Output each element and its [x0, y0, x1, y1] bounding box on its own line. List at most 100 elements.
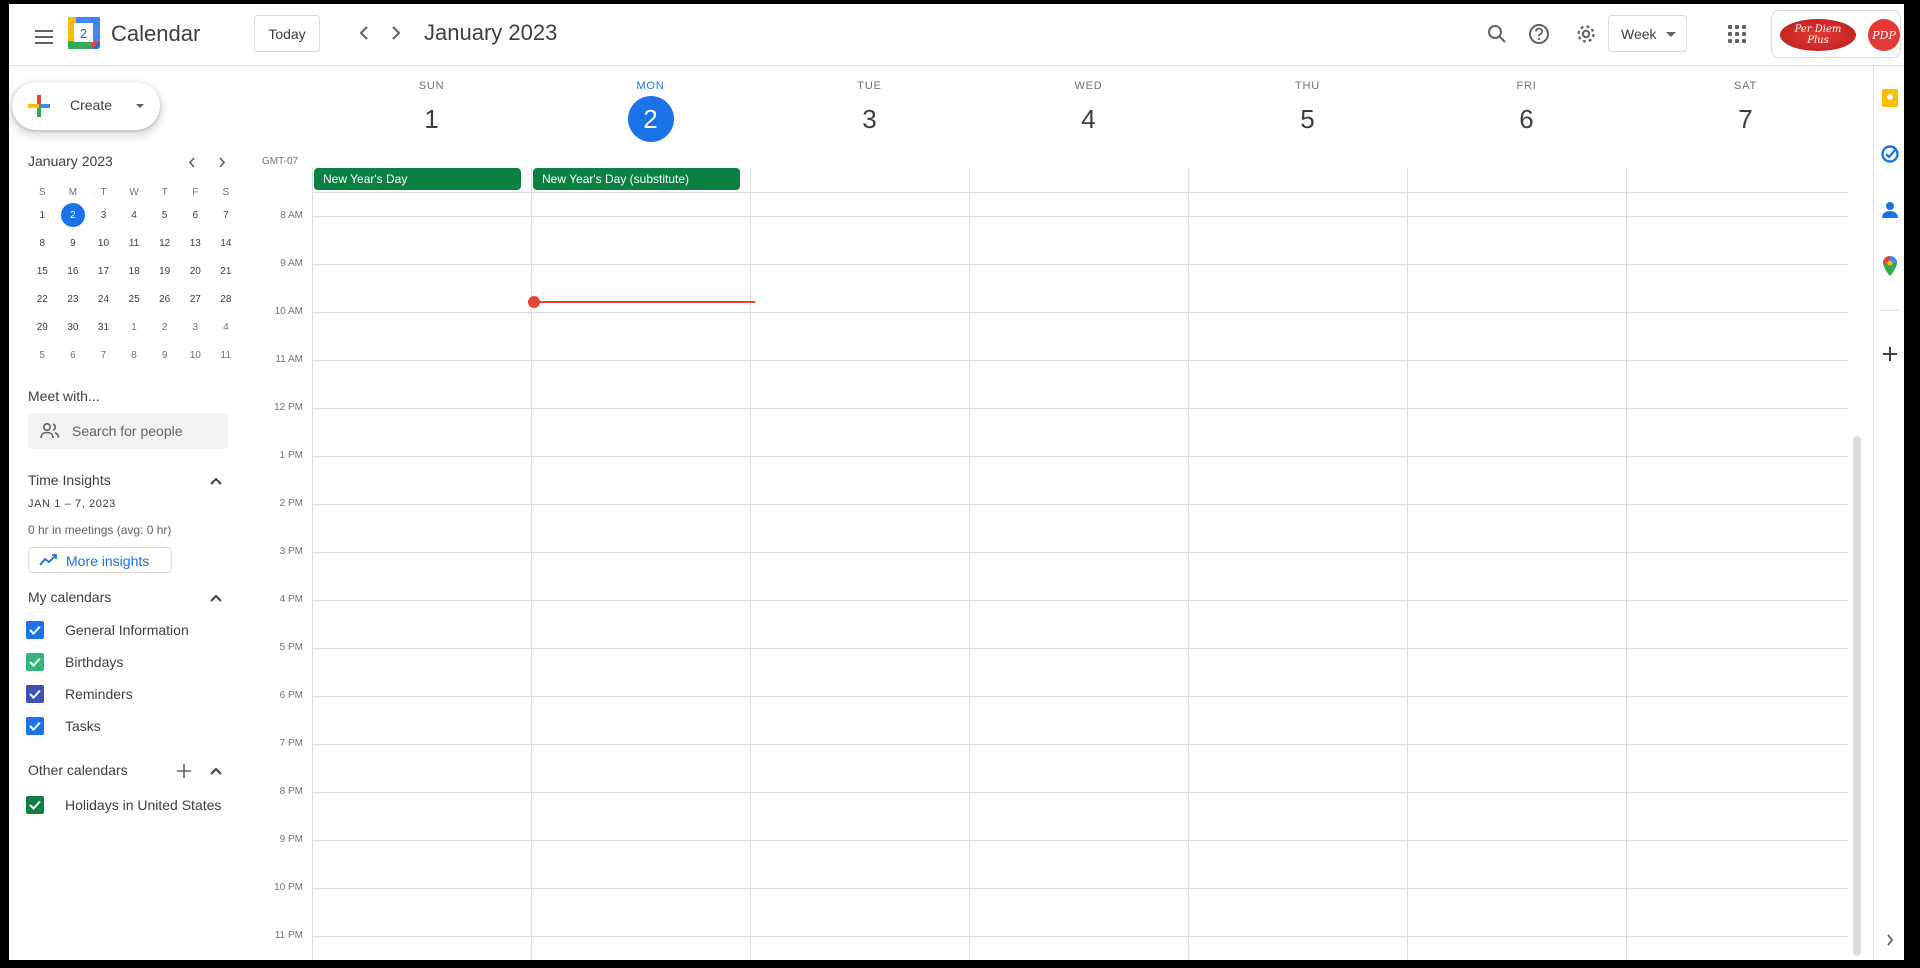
grid-scrollbar[interactable] [1853, 436, 1861, 956]
mini-day[interactable]: 20 [180, 257, 211, 285]
checkbox-checked[interactable] [26, 621, 44, 639]
mini-day-next-month[interactable]: 2 [149, 313, 180, 341]
day-number[interactable]: 5 [1285, 96, 1331, 142]
mini-day-next-month[interactable]: 3 [180, 313, 211, 341]
mini-day[interactable]: 28 [211, 285, 242, 313]
all-day-event[interactable]: New Year's Day (substitute) [533, 168, 740, 190]
calendar-logo-icon[interactable]: 2 [68, 17, 100, 49]
day-header-wed[interactable]: WED 4 [979, 80, 1198, 142]
hour-line [312, 264, 1848, 265]
mini-day[interactable]: 15 [27, 257, 58, 285]
mini-day[interactable]: 5 [149, 201, 180, 229]
checkbox-checked[interactable] [26, 653, 44, 671]
mini-day[interactable]: 16 [58, 257, 89, 285]
mini-day[interactable]: 7 [211, 201, 242, 229]
mini-day[interactable]: 4 [119, 201, 150, 229]
checkbox-checked[interactable] [26, 685, 44, 703]
tasks-button[interactable] [1880, 144, 1900, 164]
hour-label: 5 PM [279, 642, 303, 653]
hour-label: 2 PM [279, 498, 303, 509]
get-addons-button[interactable] [1880, 344, 1900, 364]
mini-day[interactable]: 21 [211, 257, 242, 285]
maps-button[interactable] [1880, 256, 1900, 276]
view-selector[interactable]: Week [1608, 15, 1687, 52]
mini-day[interactable]: 9 [58, 229, 89, 257]
time-insights-collapse-button[interactable] [204, 469, 228, 493]
day-number[interactable]: 4 [1066, 96, 1112, 142]
mini-day-next-month[interactable]: 10 [180, 341, 211, 369]
mini-day[interactable]: 30 [58, 313, 89, 341]
mini-day[interactable]: 3 [88, 201, 119, 229]
mini-day-selected-label: 2 [60, 203, 85, 227]
mini-day[interactable]: 17 [88, 257, 119, 285]
all-day-event[interactable]: New Year's Day [314, 168, 521, 190]
day-number[interactable]: 1 [409, 96, 455, 142]
expand-panel-button[interactable] [1880, 930, 1900, 950]
mini-day[interactable]: 31 [88, 313, 119, 341]
mini-day-next-month[interactable]: 6 [58, 341, 89, 369]
mini-day[interactable]: 14 [211, 229, 242, 257]
mini-next-month-button[interactable] [210, 150, 234, 174]
weekday-header: T [100, 186, 107, 198]
main-menu-button[interactable] [23, 16, 65, 58]
day-header-sun[interactable]: SUN 1 [322, 80, 541, 142]
account-switcher[interactable]: Per Diem Plus PDP [1771, 10, 1901, 58]
mini-day[interactable]: 11 [119, 229, 150, 257]
day-header-fri[interactable]: FRI 6 [1417, 80, 1636, 142]
weekday-header: T [161, 186, 168, 198]
settings-button[interactable] [1570, 18, 1602, 50]
mini-day[interactable]: 1 [27, 201, 58, 229]
mini-prev-month-button[interactable] [180, 150, 204, 174]
mini-day[interactable]: 29 [27, 313, 58, 341]
search-people-input[interactable]: Search for people [28, 413, 228, 449]
mini-day[interactable]: 10 [88, 229, 119, 257]
my-calendars-collapse-button[interactable] [204, 586, 228, 610]
today-button[interactable]: Today [254, 15, 320, 52]
tasks-icon [1881, 145, 1899, 163]
support-button[interactable] [1523, 18, 1555, 50]
mini-day-next-month[interactable]: 9 [149, 341, 180, 369]
mini-day[interactable]: 12 [149, 229, 180, 257]
mini-day[interactable]: 25 [119, 285, 150, 313]
mini-day-next-month[interactable]: 5 [27, 341, 58, 369]
keep-button[interactable] [1880, 88, 1900, 108]
mini-day-next-month[interactable]: 8 [119, 341, 150, 369]
checkbox-checked[interactable] [26, 717, 44, 735]
mini-day[interactable]: 8 [27, 229, 58, 257]
add-other-calendar-button[interactable] [172, 759, 196, 783]
mini-day[interactable]: 6 [180, 201, 211, 229]
apps-grid-icon[interactable] [1721, 18, 1753, 50]
mini-day-next-month[interactable]: 1 [119, 313, 150, 341]
create-button[interactable]: Create [12, 82, 160, 130]
day-header-sat[interactable]: SAT 7 [1636, 80, 1855, 142]
mini-day[interactable]: 19 [149, 257, 180, 285]
mini-day[interactable]: 23 [58, 285, 89, 313]
day-header-tue[interactable]: TUE 3 [760, 80, 979, 142]
next-week-button[interactable] [381, 18, 411, 48]
mini-day-next-month[interactable]: 11 [211, 341, 242, 369]
day-number[interactable]: 6 [1504, 96, 1550, 142]
day-number[interactable]: 3 [847, 96, 893, 142]
day-number[interactable]: 7 [1723, 96, 1769, 142]
day-header-mon[interactable]: MON 2 [541, 80, 760, 142]
previous-week-button[interactable] [349, 18, 379, 48]
hour-line [312, 792, 1848, 793]
mini-day-next-month[interactable]: 7 [88, 341, 119, 369]
mini-day-next-month[interactable]: 4 [211, 313, 242, 341]
more-insights-button[interactable]: More insights [28, 547, 172, 573]
mini-day-selected[interactable]: 2 [58, 201, 89, 229]
mini-day[interactable]: 13 [180, 229, 211, 257]
mini-day[interactable]: 22 [27, 285, 58, 313]
checkmark-icon [29, 800, 41, 810]
mini-day[interactable]: 27 [180, 285, 211, 313]
search-button[interactable] [1481, 18, 1513, 50]
checkbox-checked[interactable] [26, 796, 44, 814]
day-header-thu[interactable]: THU 5 [1198, 80, 1417, 142]
mini-day[interactable]: 18 [119, 257, 150, 285]
day-number-today[interactable]: 2 [627, 96, 674, 142]
other-calendars-collapse-button[interactable] [204, 759, 228, 783]
rail-divider [1880, 310, 1900, 311]
mini-day[interactable]: 24 [88, 285, 119, 313]
mini-day[interactable]: 26 [149, 285, 180, 313]
contacts-button[interactable] [1880, 200, 1900, 220]
